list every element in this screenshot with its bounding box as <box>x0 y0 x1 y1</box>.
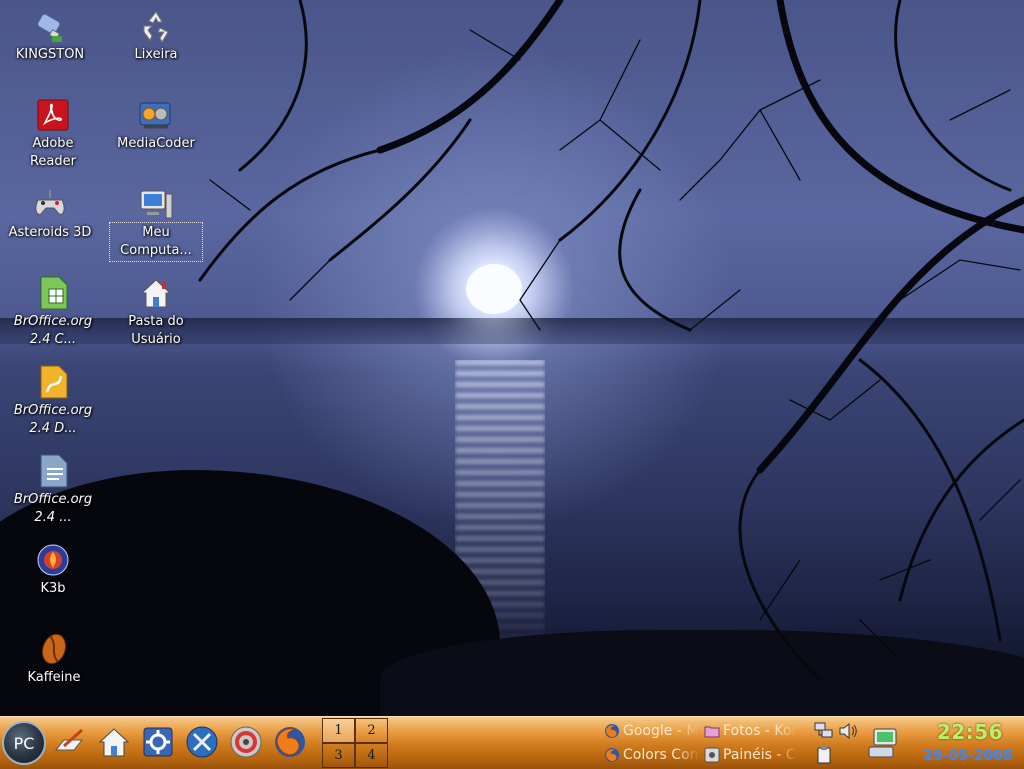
computer-tray-icon[interactable] <box>866 725 902 761</box>
task-label: Google - Mozilla Firefox <box>623 723 700 739</box>
spreadsheet-icon <box>40 276 68 310</box>
desktop-icon-broffice-calc[interactable]: BrOffice.org 2.4 C... <box>8 275 98 349</box>
desktop-icon-label: Lixeira <box>134 47 178 62</box>
desktop-icon-k3b[interactable]: K3b <box>8 542 98 598</box>
gamepad-icon <box>35 190 65 215</box>
desktop-icon-kaffeine[interactable]: Kaffeine <box>9 631 99 687</box>
desktop-icon-label: BrOffice.org 2.4 D... <box>13 403 93 436</box>
firefox-icon <box>605 724 619 738</box>
desktop-icon-label: Pasta do Usuário <box>128 314 184 347</box>
control-center-icon[interactable] <box>140 724 176 760</box>
desktop-icon-meu-computador[interactable]: Meu Computa... <box>109 186 203 262</box>
start-menu-label: PC <box>13 733 35 753</box>
desktop-icon-adobe-reader[interactable]: Adobe Reader <box>8 97 98 171</box>
clock-date[interactable]: 29-05-2008 <box>912 748 1024 764</box>
system-tools-icon[interactable] <box>184 724 220 760</box>
task-button-colors[interactable]: Colors Com <box>604 744 700 766</box>
task-label: Colors Com <box>623 747 700 763</box>
taskbar: PC 1 2 3 4 Google - Mozilla Firefox <box>0 716 1024 769</box>
k3b-icon <box>37 544 69 576</box>
volume-icon[interactable] <box>838 721 858 741</box>
drawing-icon <box>40 365 68 399</box>
desktop-icon-label: BrOffice.org 2.4 ... <box>13 492 93 525</box>
task-label: Painéis - Configurações <box>723 747 798 763</box>
usb-drive-icon <box>37 13 62 42</box>
folder-icon <box>704 726 720 738</box>
klipper-icon[interactable] <box>814 745 834 765</box>
desktop-icon-label: BrOffice.org 2.4 C... <box>13 314 93 347</box>
task-button-konqueror[interactable]: Fotos - Konqueror <box>704 720 798 742</box>
desktop-icon-label: K3b <box>40 581 66 596</box>
pager-desktop-4[interactable]: 4 <box>355 743 388 768</box>
desktop-icon-mediacoder[interactable]: MediaCoder <box>111 97 201 153</box>
firefox-icon[interactable] <box>272 724 308 760</box>
disc-burner-icon[interactable] <box>228 724 264 760</box>
desktop-icon-label: Asteroids 3D <box>8 225 92 240</box>
settings-icon <box>704 747 720 763</box>
recycle-bin-icon <box>143 11 169 44</box>
home-icon[interactable] <box>96 724 132 760</box>
start-menu-button[interactable]: PC <box>2 721 46 765</box>
home-folder-icon <box>140 279 172 308</box>
desktop-icon-broffice-draw[interactable]: BrOffice.org 2.4 D... <box>8 364 98 438</box>
network-icon[interactable] <box>814 721 834 741</box>
editor-icon[interactable] <box>52 724 88 760</box>
desktop-icon-asteroids-3d[interactable]: Asteroids 3D <box>5 186 95 242</box>
computer-icon <box>140 190 173 219</box>
adobe-reader-icon <box>37 99 69 131</box>
task-button-firefox[interactable]: Google - Mozilla Firefox <box>604 720 700 742</box>
desktop-icon-label: MediaCoder <box>117 136 195 151</box>
task-button-paineis[interactable]: Painéis - Configurações <box>704 744 798 766</box>
task-label: Fotos - Konqueror <box>723 723 798 739</box>
clock-time[interactable]: 22:56 <box>920 720 1020 744</box>
desktop-icon-label: Meu Computa... <box>109 222 203 262</box>
desktop-icon-label: KINGSTON <box>15 47 85 62</box>
writer-icon <box>40 454 68 488</box>
desktop-icon-label: Kaffeine <box>27 670 81 685</box>
desktop-icon-lixeira[interactable]: Lixeira <box>111 8 201 64</box>
firefox-icon <box>605 748 619 762</box>
desktop-icon-kingston[interactable]: KINGSTON <box>5 8 95 64</box>
pager-desktop-2[interactable]: 2 <box>355 718 388 743</box>
kaffeine-icon <box>41 633 67 665</box>
desktop-icon-broffice-writer[interactable]: BrOffice.org 2.4 ... <box>8 453 98 527</box>
desktop-icon-label: Adobe Reader <box>29 136 76 169</box>
desktop-pager: 1 2 3 4 <box>321 717 389 769</box>
desktop-wallpaper[interactable]: KINGSTON Adobe Reader Asteroids 3D BrOff… <box>0 0 1024 716</box>
mediacoder-icon <box>139 102 171 129</box>
pager-desktop-3[interactable]: 3 <box>322 743 355 768</box>
desktop-icon-pasta-do-usuario[interactable]: Pasta do Usuário <box>111 275 201 349</box>
pager-desktop-1[interactable]: 1 <box>322 718 355 743</box>
